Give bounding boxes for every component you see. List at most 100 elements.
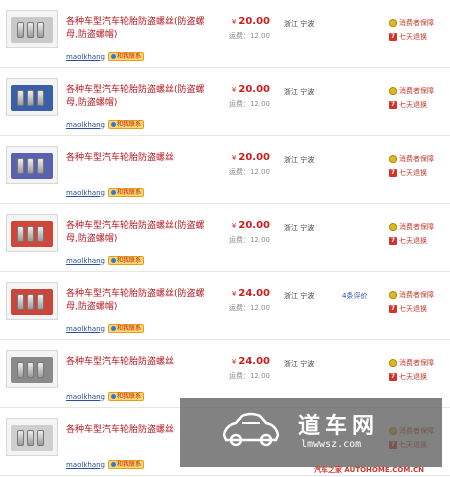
contact-seller-button[interactable]: 和我联系 xyxy=(108,256,145,265)
price: ¥20.00 xyxy=(228,220,270,231)
seven-day-return-badge[interactable]: 7 七天退换 xyxy=(389,370,434,384)
chat-icon xyxy=(111,462,116,467)
seller-info: maolkhang 和我联系 xyxy=(66,120,145,129)
contact-seller-button[interactable]: 和我联系 xyxy=(108,460,145,469)
lug-nut-image xyxy=(27,430,34,446)
seller-location: 浙江 宁波 xyxy=(284,224,315,232)
contact-seller-button[interactable]: 和我联系 xyxy=(108,324,145,333)
seven-day-return-badge[interactable]: 7 七天退换 xyxy=(389,98,434,112)
contact-seller-button[interactable]: 和我联系 xyxy=(108,52,145,61)
chat-icon xyxy=(111,326,116,331)
seven-day-icon: 7 xyxy=(389,169,397,177)
consumer-guarantee-badge[interactable]: 消费者保障 xyxy=(389,84,434,98)
product-thumbnail[interactable] xyxy=(6,78,58,116)
seller-name-link[interactable]: maolkhang xyxy=(66,257,105,265)
product-thumbnail[interactable] xyxy=(6,350,58,388)
currency-symbol: ¥ xyxy=(231,154,237,162)
seller-name-link[interactable]: maolkhang xyxy=(66,121,105,129)
shield-icon xyxy=(389,223,397,231)
lug-nut-image xyxy=(37,90,44,106)
product-title-link[interactable]: 各种车型汽车轮胎防盗螺丝(防盗螺母,防盗螺帽) xyxy=(66,84,214,110)
consumer-guarantee-badge[interactable]: 消费者保障 xyxy=(389,16,434,30)
currency-symbol: ¥ xyxy=(231,358,237,366)
car-logo-icon xyxy=(222,412,280,447)
guarantee-label: 消费者保障 xyxy=(399,155,434,163)
seller-name-link[interactable]: maolkhang xyxy=(66,461,105,469)
product-title-link[interactable]: 各种车型汽车轮胎防盗螺丝(防盗螺母,防盗螺帽) xyxy=(66,16,214,42)
seller-location: 浙江 宁波 xyxy=(284,88,315,96)
product-thumbnail[interactable] xyxy=(6,214,58,252)
contact-seller-button[interactable]: 和我联系 xyxy=(108,120,145,129)
seller-name-link[interactable]: maolkhang xyxy=(66,53,105,61)
listing-row[interactable]: 各种车型汽车轮胎防盗螺丝(防盗螺母,防盗螺帽) maolkhang 和我联系 ¥… xyxy=(0,68,450,136)
consumer-guarantee-badge[interactable]: 消费者保障 xyxy=(389,220,434,234)
seven-day-return-badge[interactable]: 7 七天退换 xyxy=(389,302,434,316)
reviews-link[interactable]: 4条评价 xyxy=(342,291,367,301)
seven-day-icon: 7 xyxy=(389,305,397,313)
price: ¥20.00 xyxy=(228,152,270,163)
lug-nut-image xyxy=(17,90,24,106)
product-thumbnail[interactable] xyxy=(6,282,58,320)
shipping-fee: 运费：12.00 xyxy=(228,372,270,380)
shield-icon xyxy=(389,359,397,367)
return-label: 七天退换 xyxy=(399,33,427,41)
guarantee-label: 消费者保障 xyxy=(399,19,434,27)
shield-icon xyxy=(389,19,397,27)
shipping-fee: 运费：12.00 xyxy=(228,236,270,244)
guarantee-label: 消费者保障 xyxy=(399,359,434,367)
product-thumbnail[interactable] xyxy=(6,146,58,184)
product-title-link[interactable]: 各种车型汽车轮胎防盗螺丝 xyxy=(66,356,214,369)
listing-row[interactable]: 各种车型汽车轮胎防盗螺丝(防盗螺母,防盗螺帽) maolkhang 和我联系 ¥… xyxy=(0,204,450,272)
listing-row[interactable]: 各种车型汽车轮胎防盗螺丝 maolkhang 和我联系 ¥20.00 运费：12… xyxy=(0,136,450,204)
listing-row[interactable]: 各种车型汽车轮胎防盗螺丝(防盗螺母,防盗螺帽) maolkhang 和我联系 ¥… xyxy=(0,0,450,68)
seller-location: 浙江 宁波 xyxy=(284,292,315,300)
contact-seller-button[interactable]: 和我联系 xyxy=(108,392,145,401)
shield-icon xyxy=(389,291,397,299)
contact-seller-button[interactable]: 和我联系 xyxy=(108,188,145,197)
lug-nut-image xyxy=(37,294,44,310)
price-value: 20.00 xyxy=(238,84,270,95)
price-value: 20.00 xyxy=(238,152,270,163)
source-credit: 汽车之家 AUTOHOME.COM.CN xyxy=(314,466,424,474)
shield-icon xyxy=(389,87,397,95)
seller-location: 浙江 宁波 xyxy=(284,360,315,368)
service-badges: 消费者保障 7 七天退换 xyxy=(389,288,434,316)
product-title-link[interactable]: 各种车型汽车轮胎防盗螺丝(防盗螺母,防盗螺帽) xyxy=(66,220,214,246)
listing-row[interactable]: 各种车型汽车轮胎防盗螺丝(防盗螺母,防盗螺帽) maolkhang 和我联系 ¥… xyxy=(0,272,450,340)
seller-info: maolkhang 和我联系 xyxy=(66,392,145,401)
lug-nut-image xyxy=(37,226,44,242)
seven-day-return-badge[interactable]: 7 七天退换 xyxy=(389,30,434,44)
product-title-link[interactable]: 各种车型汽车轮胎防盗螺丝(防盗螺母,防盗螺帽) xyxy=(66,288,214,314)
contact-label: 和我联系 xyxy=(117,120,142,128)
price: ¥20.00 xyxy=(228,84,270,95)
product-title-link[interactable]: 各种车型汽车轮胎防盗螺丝 xyxy=(66,152,214,165)
seller-info: maolkhang 和我联系 xyxy=(66,188,145,197)
consumer-guarantee-badge[interactable]: 消费者保障 xyxy=(389,152,434,166)
seller-name-link[interactable]: maolkhang xyxy=(66,189,105,197)
seller-name-link[interactable]: maolkhang xyxy=(66,325,105,333)
seven-day-return-badge[interactable]: 7 七天退换 xyxy=(389,234,434,248)
return-label: 七天退换 xyxy=(399,169,427,177)
lug-nut-image xyxy=(17,22,24,38)
currency-symbol: ¥ xyxy=(231,18,237,26)
return-label: 七天退换 xyxy=(399,101,427,109)
contact-label: 和我联系 xyxy=(117,324,142,332)
price-value: 24.00 xyxy=(238,288,270,299)
seven-day-return-badge[interactable]: 7 七天退换 xyxy=(389,166,434,180)
consumer-guarantee-badge[interactable]: 消费者保障 xyxy=(389,356,434,370)
return-label: 七天退换 xyxy=(399,305,427,313)
shield-icon xyxy=(389,155,397,163)
shipping-fee: 运费：12.00 xyxy=(228,168,270,176)
lug-nut-image xyxy=(37,362,44,378)
seller-name-link[interactable]: maolkhang xyxy=(66,393,105,401)
guarantee-label: 消费者保障 xyxy=(399,87,434,95)
seven-day-icon: 7 xyxy=(389,237,397,245)
lug-nut-image xyxy=(27,362,34,378)
shipping-fee: 运费：12.00 xyxy=(228,32,270,40)
lug-nut-image xyxy=(27,22,34,38)
seven-day-icon: 7 xyxy=(389,101,397,109)
seven-day-icon: 7 xyxy=(389,373,397,381)
consumer-guarantee-badge[interactable]: 消费者保障 xyxy=(389,288,434,302)
product-thumbnail[interactable] xyxy=(6,10,58,48)
product-thumbnail[interactable] xyxy=(6,418,58,456)
